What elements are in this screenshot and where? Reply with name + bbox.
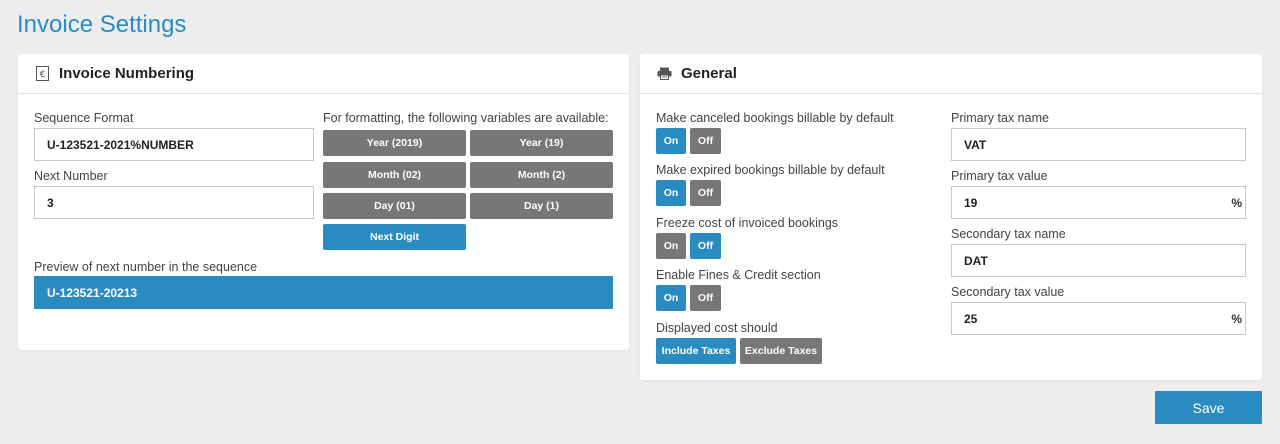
- invoice-numbering-header: € Invoice Numbering: [18, 54, 629, 94]
- exclude-taxes-button[interactable]: Exclude Taxes: [740, 338, 822, 364]
- fines-credit-label: Enable Fines & Credit section: [656, 268, 821, 282]
- expired-billable-on-button[interactable]: On: [656, 180, 686, 206]
- secondary-tax-name-label: Secondary tax name: [951, 227, 1066, 241]
- secondary-tax-value-label: Secondary tax value: [951, 285, 1065, 299]
- preview-value: U-123521-20213: [34, 276, 613, 309]
- primary-tax-value-label: Primary tax value: [951, 169, 1048, 183]
- sequence-format-input[interactable]: U-123521-2021%NUMBER: [34, 128, 314, 161]
- percent-suffix: %: [1231, 196, 1242, 210]
- save-button[interactable]: Save: [1155, 391, 1262, 424]
- variable-year-2019-button[interactable]: Year (2019): [323, 130, 466, 156]
- canceled-billable-on-button[interactable]: On: [656, 128, 686, 154]
- freeze-cost-label: Freeze cost of invoiced bookings: [656, 216, 839, 230]
- variable-year-19-button[interactable]: Year (19): [470, 130, 613, 156]
- canceled-billable-off-button[interactable]: Off: [690, 128, 721, 154]
- preview-label: Preview of next number in the sequence: [34, 260, 258, 274]
- expired-billable-off-button[interactable]: Off: [690, 180, 721, 206]
- secondary-tax-value-value: 25: [964, 311, 978, 326]
- primary-tax-name-label: Primary tax name: [951, 111, 1049, 125]
- secondary-tax-name-value: DAT: [964, 253, 988, 268]
- next-number-label: Next Number: [34, 169, 108, 183]
- variable-next-digit-button[interactable]: Next Digit: [323, 224, 466, 250]
- freeze-cost-off-button[interactable]: Off: [690, 233, 721, 259]
- invoice-numbering-title: Invoice Numbering: [59, 65, 195, 82]
- primary-tax-value-value: 19: [964, 195, 978, 210]
- secondary-tax-value-input[interactable]: 25%: [951, 302, 1246, 335]
- primary-tax-value-input[interactable]: 19%: [951, 186, 1246, 219]
- fines-credit-on-button[interactable]: On: [656, 285, 686, 311]
- sequence-format-label: Sequence Format: [34, 111, 134, 125]
- next-number-input[interactable]: 3: [34, 186, 314, 219]
- general-header: General: [640, 54, 1262, 94]
- variable-month-02-button[interactable]: Month (02): [323, 162, 466, 188]
- fines-credit-off-button[interactable]: Off: [690, 285, 721, 311]
- variable-month-2-button[interactable]: Month (2): [470, 162, 613, 188]
- canceled-billable-label: Make canceled bookings billable by defau…: [656, 111, 894, 125]
- invoice-numbering-card: € Invoice Numbering Sequence Format U-12…: [18, 54, 629, 350]
- expired-billable-label: Make expired bookings billable by defaul…: [656, 163, 885, 177]
- primary-tax-name-value: VAT: [964, 137, 987, 152]
- secondary-tax-name-input[interactable]: DAT: [951, 244, 1246, 277]
- euro-document-icon: €: [34, 66, 50, 82]
- page-title: Invoice Settings: [17, 11, 187, 38]
- freeze-cost-on-button[interactable]: On: [656, 233, 686, 259]
- variables-label: For formatting, the following variables …: [323, 111, 609, 125]
- variable-day-01-button[interactable]: Day (01): [323, 193, 466, 219]
- displayed-cost-label: Displayed cost should: [656, 321, 778, 335]
- include-taxes-button[interactable]: Include Taxes: [656, 338, 736, 364]
- svg-text:€: €: [39, 70, 45, 80]
- printer-icon: [656, 66, 672, 82]
- primary-tax-name-input[interactable]: VAT: [951, 128, 1246, 161]
- general-title: General: [681, 65, 737, 82]
- general-card: General Make canceled bookings billable …: [640, 54, 1262, 380]
- percent-suffix: %: [1231, 312, 1242, 326]
- variable-day-1-button[interactable]: Day (1): [470, 193, 613, 219]
